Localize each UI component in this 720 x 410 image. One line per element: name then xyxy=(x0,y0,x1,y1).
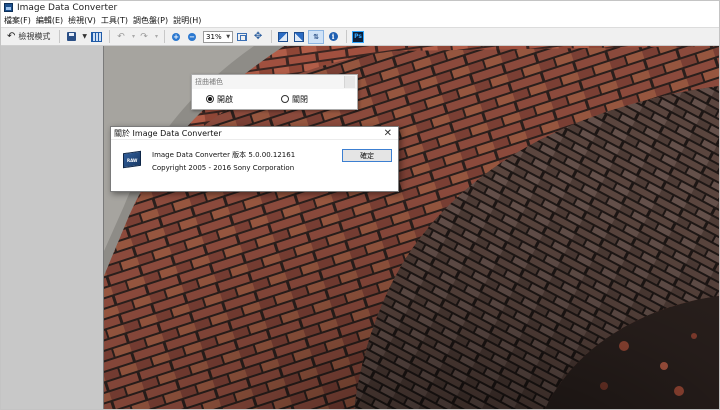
redo-button[interactable]: ↷ xyxy=(137,30,151,44)
palette-grip[interactable] xyxy=(344,76,355,88)
toolbar-separator xyxy=(59,30,61,43)
menu-help[interactable]: 說明(H) xyxy=(173,15,201,26)
thumbnail-grid-icon xyxy=(90,31,102,42)
undo-arrow-icon: ↶ xyxy=(117,31,125,42)
sort-button[interactable]: ⇅ xyxy=(308,29,325,44)
close-icon[interactable]: ✕ xyxy=(384,127,392,140)
zoom-in-button[interactable]: + xyxy=(169,30,183,44)
rotate-left-icon xyxy=(278,31,289,42)
redo-dropdown-icon[interactable]: ▾ xyxy=(155,33,158,40)
menu-file[interactable]: 檔案(F) xyxy=(4,15,31,26)
radio-on[interactable]: 開啟 xyxy=(206,94,233,105)
zoom-out-button[interactable]: − xyxy=(185,30,199,44)
move-button[interactable]: ✥ xyxy=(251,30,265,44)
toolbar-separator xyxy=(109,30,111,43)
fit-to-window-icon xyxy=(237,32,248,41)
move-icon: ✥ xyxy=(253,31,263,42)
window-title: Image Data Converter xyxy=(17,2,118,13)
menu-palette[interactable]: 調色盤(P) xyxy=(133,15,168,26)
sort-icon: ⇅ xyxy=(313,32,319,41)
chevron-down-icon: ▼ xyxy=(226,33,231,40)
radio-on-label: 開啟 xyxy=(217,94,233,104)
rotate-right-icon xyxy=(294,31,305,42)
app-window: Image Data Converter 檔案(F) 編輯(E) 檢視(V) 工… xyxy=(0,0,720,410)
save-button[interactable] xyxy=(64,30,78,44)
chevron-down-icon[interactable]: ▼ xyxy=(82,33,87,40)
zoom-in-icon: + xyxy=(172,32,181,41)
undo-dropdown-icon[interactable]: ▾ xyxy=(132,33,135,40)
zoom-out-icon: − xyxy=(188,32,197,41)
toolbar: ↶ 檢視模式 ▼ ↶ ▾ ↷ ▾ + − 31% ▼ ✥ ⇅ i Ps xyxy=(1,27,719,46)
left-panel xyxy=(1,46,104,409)
menu-tools[interactable]: 工具(T) xyxy=(101,15,128,26)
copyright-text: Copyright 2005 - 2016 Sony Corporation xyxy=(152,164,295,172)
about-dialog: 關於 Image Data Converter ✕ RAW Image Data… xyxy=(110,126,399,192)
save-icon xyxy=(66,32,76,41)
review-mode-button[interactable]: ↶ 檢視模式 xyxy=(4,29,53,44)
toolbar-separator xyxy=(271,30,273,43)
radio-off-label: 關閉 xyxy=(292,94,308,104)
toolbar-separator xyxy=(346,30,348,43)
photoshop-icon: Ps xyxy=(352,30,365,43)
title-bar: Image Data Converter xyxy=(1,1,719,14)
fit-to-window-button[interactable] xyxy=(235,30,249,44)
distortion-palette: 扭曲補色 開啟 關閉 xyxy=(191,74,358,110)
undo-button[interactable]: ↶ xyxy=(114,30,128,44)
zoom-value: 31% xyxy=(206,32,222,41)
review-mode-label: 檢視模式 xyxy=(18,32,51,41)
radio-off-indicator[interactable] xyxy=(281,95,289,103)
ok-button[interactable]: 確定 xyxy=(342,149,392,162)
info-button[interactable]: i xyxy=(326,30,340,44)
palette-title: 扭曲補色 xyxy=(195,78,223,86)
undo-icon: ↶ xyxy=(7,31,16,42)
toolbar-separator xyxy=(164,30,166,43)
rotate-left-button[interactable] xyxy=(276,30,290,44)
menu-bar: 檔案(F) 編輯(E) 檢視(V) 工具(T) 調色盤(P) 說明(H) xyxy=(1,14,719,27)
photoshop-button[interactable]: Ps xyxy=(351,30,365,44)
palette-header[interactable]: 扭曲補色 xyxy=(192,75,357,89)
menu-view[interactable]: 檢視(V) xyxy=(68,15,96,26)
about-dialog-body: RAW Image Data Converter 版本 5.0.00.12161… xyxy=(111,140,398,191)
redo-arrow-icon: ↷ xyxy=(140,31,148,42)
app-icon xyxy=(4,3,13,12)
about-dialog-title: 關於 Image Data Converter xyxy=(114,128,222,138)
version-text: Image Data Converter 版本 5.0.00.12161 xyxy=(152,151,296,159)
radio-on-indicator[interactable] xyxy=(206,95,214,103)
raw-badge: RAW xyxy=(127,158,138,163)
raw-file-icon: RAW xyxy=(123,150,141,169)
zoom-select[interactable]: 31% ▼ xyxy=(203,30,234,43)
thumbnail-grid-button[interactable] xyxy=(89,30,103,44)
rotate-right-button[interactable] xyxy=(292,30,306,44)
info-icon: i xyxy=(328,32,338,41)
menu-edit[interactable]: 編輯(E) xyxy=(36,15,63,26)
about-dialog-titlebar: 關於 Image Data Converter ✕ xyxy=(111,127,398,140)
radio-off[interactable]: 關閉 xyxy=(281,94,308,105)
palette-body: 開啟 關閉 xyxy=(192,89,357,109)
